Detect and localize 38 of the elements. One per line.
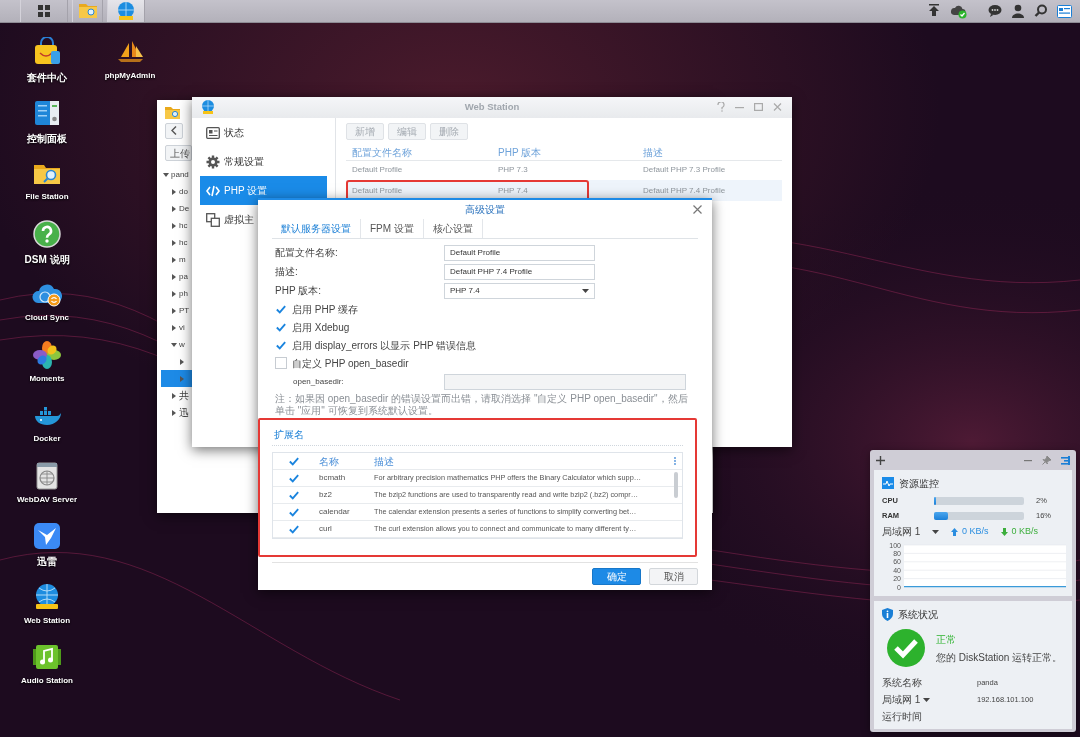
icon-label: DSM 说明 xyxy=(24,252,70,267)
icon-label: 迅雷 xyxy=(37,555,57,569)
info-label: 运行时间 xyxy=(882,710,922,724)
icon-label: Docker xyxy=(33,433,61,445)
dialog-title: 高级设置 xyxy=(465,203,505,217)
table-cell-text: Default Profile xyxy=(351,163,404,176)
icon-label: Audio Station xyxy=(21,675,73,687)
info-label: 系统名称 xyxy=(882,676,922,690)
icon-label: WebDAV Server xyxy=(16,493,78,506)
icon-label: phpMyAdmin xyxy=(104,70,156,82)
table-cell-text: PHP 7.3 xyxy=(497,163,529,176)
table-cell-text: bz2 xyxy=(318,489,333,501)
icon-label: Cloud Sync xyxy=(25,312,69,324)
status-message: 您的 DiskStation 运转正常。 xyxy=(936,650,1063,665)
icon-label: 套件中心 xyxy=(27,71,67,85)
table-cell-text: curl xyxy=(318,523,333,535)
icon-label: Moments xyxy=(29,372,65,385)
note-text: 注：如果因 open_basedir 的错误设置而出错，请取消选择 "自定义 PHP open_basedir"，然后单击 "应用" 可恢复到系统默认设置。 xyxy=(275,393,689,417)
download-speed: 0 KB/s xyxy=(1011,524,1039,538)
icon-label: Web Station xyxy=(23,614,71,627)
status-text: 正常 xyxy=(936,632,957,647)
field-label: 描述: xyxy=(275,265,299,279)
table-cell-text: Default PHP 7.4 Profile xyxy=(642,184,727,197)
field-label: PHP 版本: xyxy=(275,284,322,298)
section-title: 扩展名 xyxy=(272,422,683,446)
field-label: 配置文件名称: xyxy=(275,246,339,260)
table-cell-text: Default PHP 7.3 Profile xyxy=(642,163,727,176)
widget-title: 资源监控 xyxy=(899,476,939,491)
table-cell-text: calendar xyxy=(318,506,351,518)
table-cell-text: Default Profile xyxy=(351,184,404,197)
table-cell-text: bcmath xyxy=(318,472,347,484)
field-label: open_basedir: xyxy=(293,375,345,388)
table-cell-text: PHP 7.4 xyxy=(497,184,529,197)
icon-label: File Station xyxy=(25,191,69,203)
icon-label: 控制面板 xyxy=(27,131,67,146)
window-title: Web Station xyxy=(464,100,520,115)
upload-speed: 0 KB/s xyxy=(962,524,989,538)
widget-title: 系统状况 xyxy=(898,607,938,622)
